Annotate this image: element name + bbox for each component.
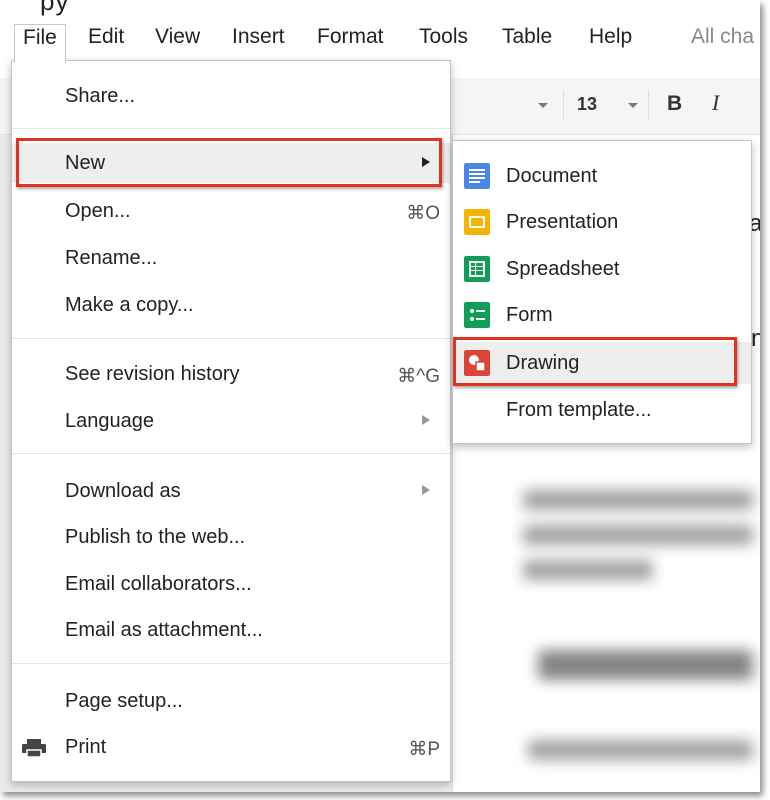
menu-item-label: Publish to the web... [65, 526, 246, 548]
menu-item-label: Page setup... [65, 690, 183, 712]
menu-item-label: Open... [65, 200, 131, 222]
blurred-text-line [523, 525, 753, 545]
document-title-cropped: py [40, 0, 70, 16]
menu-item-download-as[interactable]: Download as [12, 471, 450, 511]
menu-item-email-attachment[interactable]: Email as attachment... [12, 610, 450, 650]
menu-divider [12, 128, 450, 129]
menu-bar: py File Edit View Insert Format Tools Ta… [0, 0, 760, 63]
submenu-item-label: From template... [506, 399, 652, 421]
docs-icon [464, 163, 490, 189]
highlight-box-drawing [453, 337, 737, 386]
menu-tools[interactable]: Tools [411, 24, 476, 60]
menu-item-print[interactable]: Print ⌘P [12, 727, 450, 767]
submenu-item-document[interactable]: Document [453, 155, 751, 197]
submenu-arrow-icon [422, 415, 430, 425]
blurred-heading [538, 650, 753, 680]
blurred-text-line [523, 560, 653, 580]
menu-item-make-copy[interactable]: Make a copy... [12, 285, 450, 325]
menu-table[interactable]: Table [494, 24, 560, 60]
menu-item-label: Make a copy... [65, 294, 194, 316]
menu-file[interactable]: File [14, 24, 66, 63]
submenu-item-label: Spreadsheet [506, 258, 620, 280]
document-text-fragment: n [751, 325, 760, 352]
menu-format[interactable]: Format [309, 24, 392, 60]
new-submenu: Document Presentation Spreadsheet Form D… [452, 140, 752, 444]
toolbar-separator [648, 90, 649, 120]
menu-item-revision-history[interactable]: See revision history ⌘^G [12, 354, 450, 394]
sheets-icon [464, 256, 490, 282]
menu-item-label: Email collaborators... [65, 573, 252, 595]
menu-insert[interactable]: Insert [224, 24, 293, 60]
menu-item-share[interactable]: Share... [12, 76, 450, 116]
font-size-value[interactable]: 13 [577, 94, 597, 115]
menu-item-label: Language [65, 410, 154, 432]
shortcut-label: ⌘P [408, 739, 440, 760]
menu-view[interactable]: View [147, 24, 208, 60]
menu-item-email-collaborators[interactable]: Email collaborators... [12, 564, 450, 604]
menu-item-language[interactable]: Language [12, 401, 450, 441]
menu-item-label: Download as [65, 480, 181, 502]
menu-item-label: Print [65, 736, 107, 758]
menu-item-open[interactable]: Open... ⌘O [12, 191, 450, 231]
font-size-dropdown-arrow-icon[interactable] [628, 103, 638, 108]
blurred-text-line [528, 740, 753, 760]
submenu-item-from-template[interactable]: From template... [453, 389, 751, 431]
menu-item-label: Rename... [65, 247, 158, 269]
shortcut-label: ⌘O [406, 203, 440, 224]
menu-item-page-setup[interactable]: Page setup... [12, 681, 450, 721]
slides-icon [464, 209, 490, 235]
bold-button[interactable]: B [667, 92, 682, 116]
submenu-item-label: Form [506, 304, 553, 326]
print-icon [22, 739, 46, 757]
menu-divider [12, 453, 450, 454]
menu-item-label: Share... [65, 85, 136, 107]
menu-divider [12, 338, 450, 339]
highlight-box-new [16, 138, 442, 187]
menu-item-publish[interactable]: Publish to the web... [12, 517, 450, 557]
submenu-item-presentation[interactable]: Presentation [453, 201, 751, 243]
menu-help[interactable]: Help [581, 24, 640, 60]
menu-item-label: Email as attachment... [65, 619, 263, 641]
menu-divider [12, 663, 450, 664]
submenu-arrow-icon [422, 485, 430, 495]
submenu-item-spreadsheet[interactable]: Spreadsheet [453, 248, 751, 290]
toolbar-separator [563, 90, 564, 120]
menu-edit[interactable]: Edit [80, 24, 132, 60]
shortcut-label: ⌘^G [397, 366, 440, 387]
menu-item-rename[interactable]: Rename... [12, 238, 450, 278]
font-dropdown-arrow-icon[interactable] [538, 103, 548, 108]
screenshot-frame: py File Edit View Insert Format Tools Ta… [0, 0, 760, 792]
blurred-text-line [523, 490, 753, 510]
submenu-item-label: Document [506, 165, 598, 187]
save-status: All cha [691, 25, 755, 48]
submenu-item-form[interactable]: Form [453, 294, 751, 336]
submenu-item-label: Presentation [506, 211, 619, 233]
italic-button[interactable]: I [712, 90, 719, 116]
menu-item-label: See revision history [65, 363, 240, 385]
forms-icon [464, 302, 490, 328]
